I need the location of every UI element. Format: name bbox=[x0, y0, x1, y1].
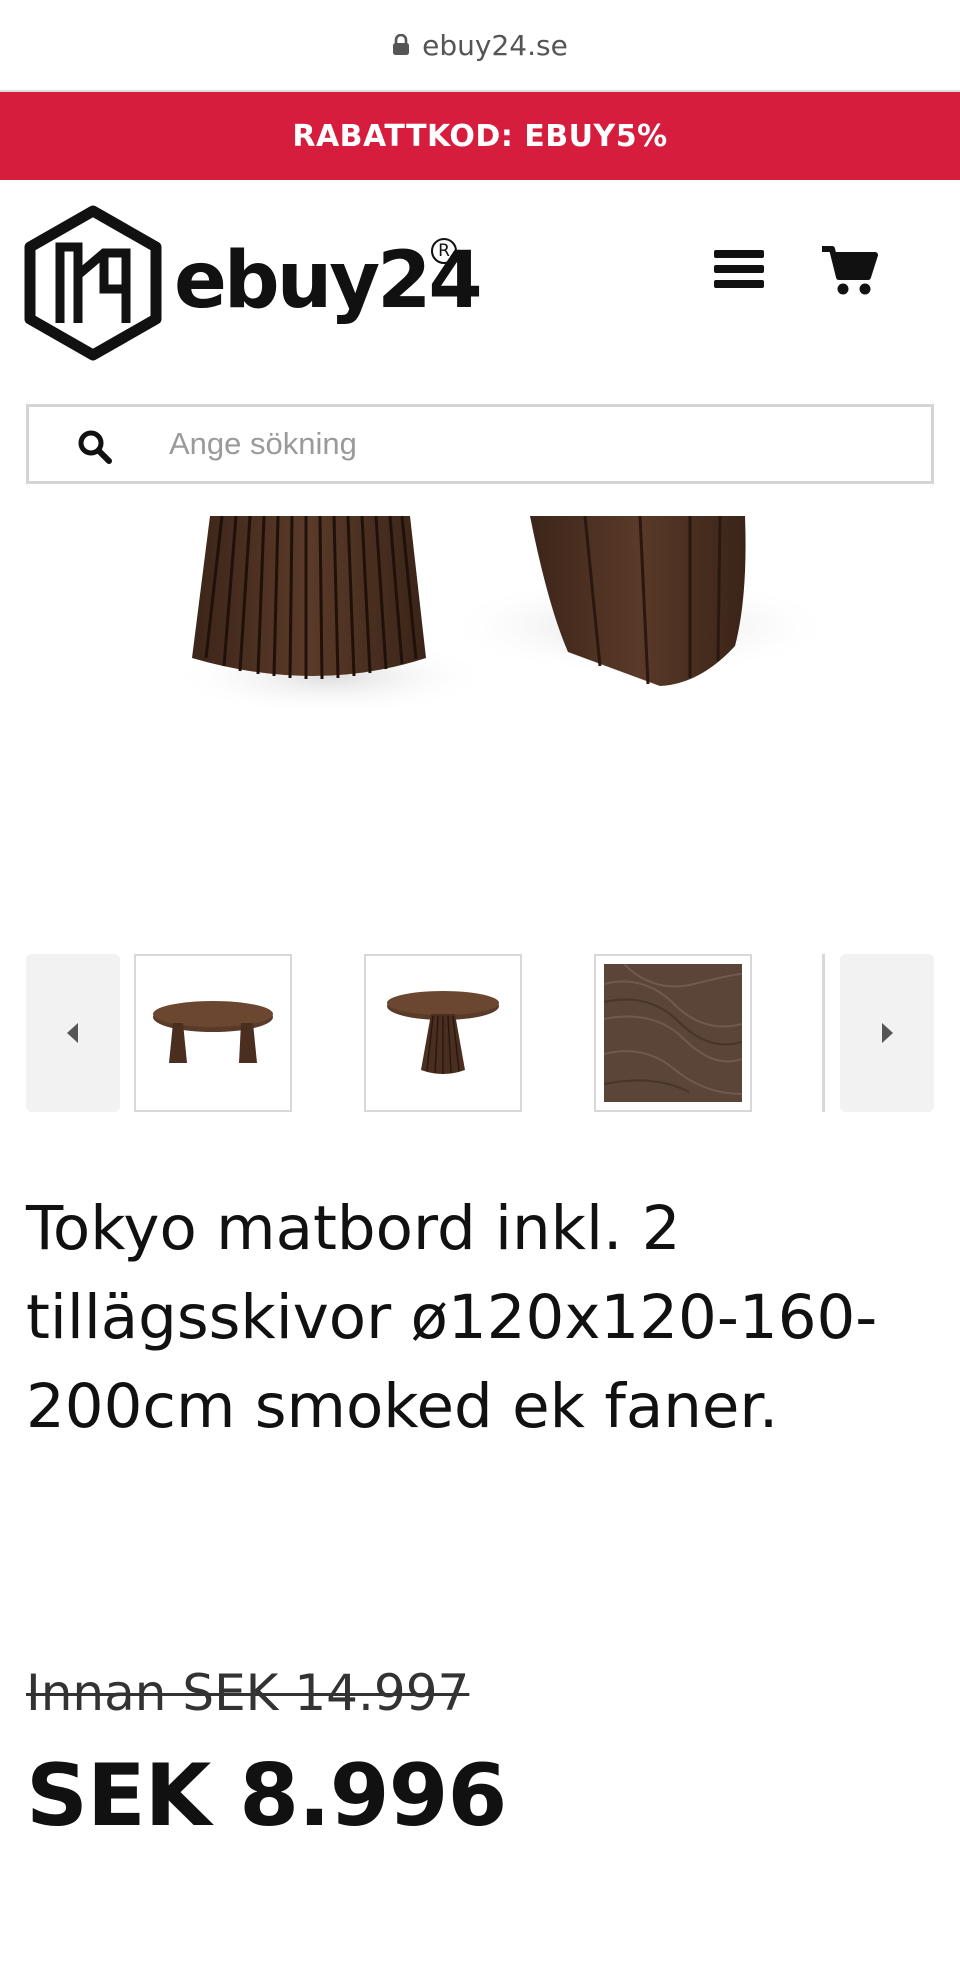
thumbnail-partial bbox=[822, 954, 825, 1112]
thumbnail-carousel bbox=[26, 954, 934, 1112]
product-page: ebuy24.se RABATTKOD: EBUY5% ebuy24 R Ang… bbox=[0, 0, 960, 1970]
cart-icon bbox=[822, 246, 878, 295]
search-icon[interactable] bbox=[77, 429, 113, 465]
logo-hexagon-icon bbox=[24, 205, 162, 361]
table-image bbox=[170, 515, 840, 716]
thumbnail-round-table[interactable] bbox=[364, 954, 522, 1112]
thumbnail-image bbox=[387, 991, 499, 1074]
carousel-prev-button[interactable] bbox=[26, 954, 120, 1112]
cart-button[interactable] bbox=[822, 244, 878, 296]
browser-url: ebuy24.se bbox=[422, 28, 568, 62]
search-bar bbox=[26, 404, 934, 484]
registered-mark: R bbox=[431, 238, 457, 264]
thumbnail-image bbox=[153, 1001, 273, 1063]
menu-button[interactable] bbox=[714, 250, 764, 294]
hamburger-icon bbox=[714, 250, 764, 258]
caret-right-icon bbox=[882, 1023, 893, 1043]
site-logo[interactable]: ebuy24 R bbox=[22, 200, 483, 361]
product-main-image[interactable] bbox=[0, 515, 960, 916]
site-header: ebuy24 R bbox=[0, 180, 960, 380]
lock-icon bbox=[393, 34, 410, 55]
thumbnail-image bbox=[604, 964, 742, 1102]
promo-code-text: RABATTKOD: EBUY5% bbox=[292, 118, 668, 154]
current-price: SEK 8.996 bbox=[26, 1746, 507, 1846]
old-price: Innan SEK 14.997 bbox=[26, 1664, 470, 1722]
promo-banner: RABATTKOD: EBUY5% bbox=[0, 92, 960, 180]
product-title: Tokyo matbord inkl. 2 tillägsskivor ø120… bbox=[26, 1193, 878, 1442]
thumbnail-wood-veneer[interactable] bbox=[594, 954, 752, 1112]
carousel-next-button[interactable] bbox=[840, 954, 934, 1112]
caret-left-icon bbox=[67, 1023, 78, 1043]
thumbnail-oval-table[interactable] bbox=[134, 954, 292, 1112]
browser-address-bar[interactable]: ebuy24.se bbox=[0, 0, 960, 92]
search-input[interactable] bbox=[169, 415, 909, 473]
